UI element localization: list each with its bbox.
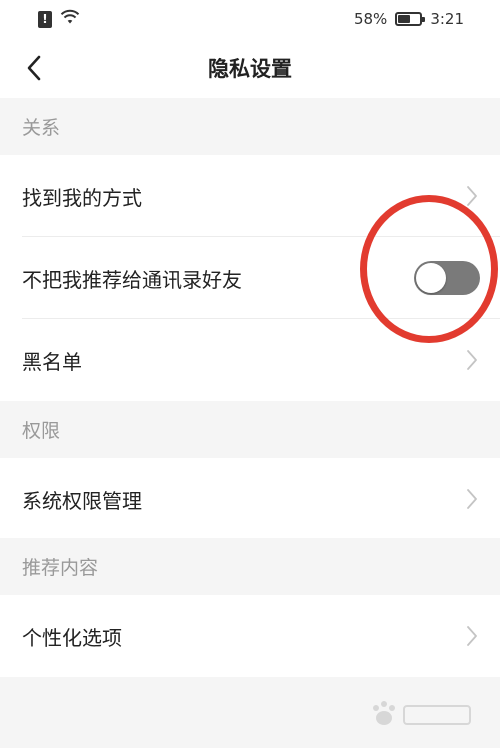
row-label: 个性化选项 — [22, 625, 122, 650]
row-no-recommend-contacts: 不把我推荐给通讯录好友 — [0, 237, 500, 319]
clock: 3:21 — [430, 10, 464, 28]
chevron-right-icon — [462, 623, 482, 649]
row-label: 系统权限管理 — [22, 488, 142, 513]
header: 隐私设置 — [0, 38, 500, 98]
battery-fill — [398, 15, 411, 23]
status-left: ! — [38, 9, 80, 29]
back-button[interactable] — [14, 48, 54, 88]
battery-percent: 58% — [353, 10, 388, 28]
section-title: 权限 — [22, 420, 61, 442]
row-personalization-options[interactable]: 个性化选项 — [0, 595, 500, 677]
section-title: 关系 — [22, 117, 61, 139]
page-title: 隐私设置 — [208, 57, 292, 81]
section-header-recommended-content: 推荐内容 — [0, 538, 500, 595]
wifi-icon — [60, 9, 80, 29]
status-right: 58% 3:21 — [354, 10, 464, 28]
section-header-relationship: 关系 — [0, 98, 500, 155]
toggle-knob — [416, 263, 446, 293]
row-find-me-methods[interactable]: 找到我的方式 — [0, 155, 500, 237]
section-header-permissions: 权限 — [0, 401, 500, 458]
row-blacklist[interactable]: 黑名单 — [0, 319, 500, 401]
watermark-logo — [373, 701, 471, 725]
row-label: 不把我推荐给通讯录好友 — [22, 267, 242, 292]
chevron-right-icon — [462, 347, 482, 373]
chevron-left-icon — [27, 55, 41, 81]
screen: ! 58% 3:21 隐私设置 关系 找到我的方式 不把我推荐给通讯录好友 黑名… — [0, 0, 500, 748]
section-title: 推荐内容 — [22, 557, 99, 579]
status-bar: ! 58% 3:21 — [0, 0, 500, 38]
row-label: 找到我的方式 — [22, 185, 142, 210]
row-label: 黑名单 — [22, 349, 82, 374]
chevron-right-icon — [462, 183, 482, 209]
sim-alert-icon: ! — [38, 10, 52, 28]
row-system-permissions[interactable]: 系统权限管理 — [0, 458, 500, 540]
battery-icon — [395, 12, 426, 26]
recommend-toggle[interactable] — [414, 261, 480, 295]
chevron-right-icon — [462, 486, 482, 512]
